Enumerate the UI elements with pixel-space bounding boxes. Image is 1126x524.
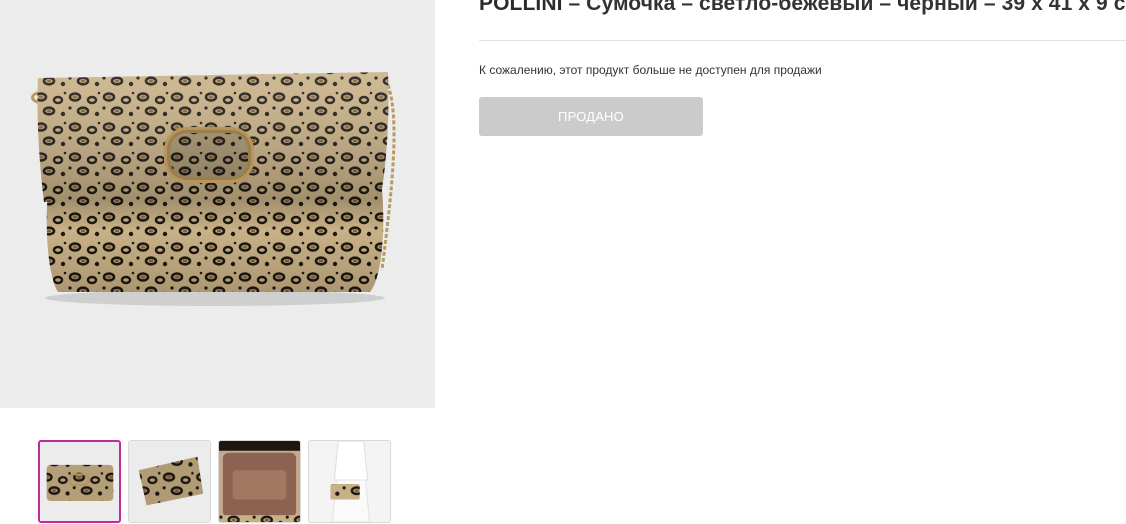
product-brand: POLLINI <box>479 0 563 15</box>
product-page: POLLINI – Сумочка – светло-бежевый – чёр… <box>0 0 1126 524</box>
unavailable-notice: К сожалению, этот продукт больше не дост… <box>479 63 822 77</box>
thumbnail-strip <box>38 440 391 523</box>
main-product-image[interactable] <box>0 0 435 408</box>
product-title: POLLINI – Сумочка – светло-бежевый – чёр… <box>479 0 1126 17</box>
thumbnail-front[interactable] <box>38 440 121 523</box>
product-title-text: – Сумочка – светло-бежевый – чёрный – 39… <box>562 0 1126 15</box>
thumbnail-model[interactable] <box>308 440 391 523</box>
divider <box>479 40 1126 41</box>
thumbnail-interior[interactable] <box>218 440 301 523</box>
sold-button[interactable]: продано <box>479 97 703 136</box>
thumbnail-angle[interactable] <box>128 440 211 523</box>
